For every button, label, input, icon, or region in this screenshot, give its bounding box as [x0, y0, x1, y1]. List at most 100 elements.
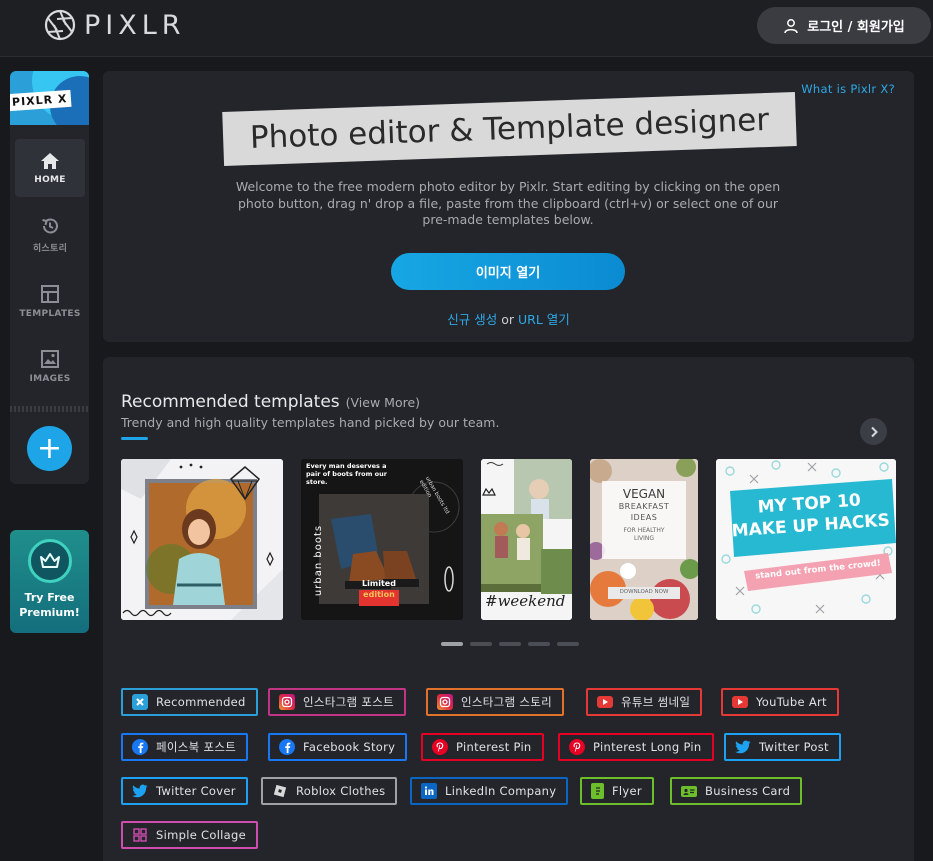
category-simple-collage[interactable]: Simple Collage: [121, 821, 259, 849]
pinterest-icon: [569, 739, 585, 755]
user-icon: [784, 18, 798, 33]
category-pinterest-long-pin[interactable]: Pinterest Long Pin: [558, 733, 714, 761]
sidebar: PIXLR X HOME 히스토리 TEMPLATES IMAGES +: [10, 71, 89, 484]
category-twitter-cover[interactable]: Twitter Cover: [121, 777, 248, 805]
create-new-link[interactable]: 신규 생성: [447, 312, 497, 327]
twitter-icon: [735, 739, 751, 755]
youtube-icon: [597, 696, 613, 708]
chip-label: Pinterest Pin: [456, 740, 532, 754]
category-facebook-story[interactable]: Facebook Story: [268, 733, 408, 761]
sidebar-item-templates[interactable]: TEMPLATES: [15, 272, 85, 330]
category-pinterest-pin[interactable]: Pinterest Pin: [421, 733, 544, 761]
sidebar-item-label: TEMPLATES: [19, 308, 81, 319]
vegan-line-2: BREAKFAST: [618, 502, 670, 511]
chip-label: Facebook Story: [303, 740, 396, 754]
chevron-right-icon: [870, 426, 878, 437]
hero-panel: What is Pixlr X? Photo editor & Template…: [103, 71, 914, 342]
category-youtube-thumbnail[interactable]: 유튜브 썸네일: [586, 688, 703, 716]
urban-boots-template[interactable]: Every man deserves a pair of boots from …: [301, 459, 463, 620]
chip-label: Roblox Clothes: [296, 784, 386, 798]
vegan-line-3: IDEAS: [630, 513, 658, 522]
category-recommended[interactable]: Recommended: [121, 688, 258, 716]
flyer-icon: [591, 783, 604, 799]
chip-label: Twitter Post: [759, 740, 829, 754]
chip-label: Pinterest Long Pin: [593, 740, 702, 754]
view-more-link[interactable]: (View More): [346, 395, 420, 410]
category-instagram-post[interactable]: 인스타그램 포스트: [268, 688, 406, 716]
templates-subtitle: Trendy and high quality templates hand p…: [121, 415, 500, 430]
logo-text: PIXLR: [84, 9, 186, 41]
boots-brand-vertical: urban boots: [313, 524, 325, 597]
chip-label: LinkedIn Company: [445, 784, 557, 798]
chip-label: 페이스북 포스트: [156, 740, 237, 754]
hero-title-box: Photo editor & Template designer: [222, 92, 797, 166]
pixlr-x-banner[interactable]: PIXLR X: [10, 71, 89, 125]
pager-dot[interactable]: [557, 642, 579, 646]
try-premium-button[interactable]: Try Free Premium!: [10, 530, 89, 633]
pinterest-icon: [432, 739, 448, 755]
sidebar-divider: [10, 406, 89, 412]
templates-heading: Recommended templates (View More): [121, 392, 420, 412]
boots-headline: Every man deserves a pair of boots from …: [306, 462, 387, 486]
image-icon: [41, 349, 59, 368]
make-up-hacks-template[interactable]: MY TOP 10 MAKE UP HACKS stand out from t…: [716, 459, 896, 620]
category-facebook-post[interactable]: 페이스북 포스트: [121, 733, 249, 761]
templates-title: Recommended templates: [121, 392, 340, 412]
sidebar-item-images[interactable]: IMAGES: [15, 337, 85, 395]
hero-links: 신규 생성 or URL 열기: [103, 309, 914, 328]
templates-panel: Recommended templates (View More) Trendy …: [103, 357, 914, 861]
premium-crown-icon: [27, 539, 72, 583]
open-image-button[interactable]: 이미지 열기: [391, 253, 625, 290]
vegan-line-1: VEGAN: [622, 487, 666, 501]
login-label: 로그인 / 회원가입: [807, 20, 905, 35]
sidebar-item-label: IMAGES: [29, 373, 71, 384]
weekend-template[interactable]: #weekend: [481, 459, 572, 620]
category-linkedin-company[interactable]: LinkedIn Company: [410, 777, 569, 805]
youtube-icon: [732, 696, 748, 708]
pager-dot[interactable]: [470, 642, 492, 646]
category-twitter-post[interactable]: Twitter Post: [724, 733, 841, 761]
templates-icon: [41, 284, 59, 303]
sidebar-item-history[interactable]: 히스토리: [15, 206, 85, 264]
open-url-link[interactable]: URL 열기: [518, 312, 570, 327]
girl-portrait-template[interactable]: [121, 459, 283, 620]
vegan-line-4: FOR HEALTHY: [623, 527, 665, 534]
category-youtube-art[interactable]: YouTube Art: [721, 688, 839, 716]
chip-label: YouTube Art: [756, 695, 827, 709]
carousel-next-button[interactable]: [860, 418, 887, 445]
pixlr-x-icon: [132, 694, 148, 710]
category-business-card[interactable]: Business Card: [670, 777, 803, 805]
hero-title: Photo editor & Template designer: [249, 101, 770, 157]
premium-label: Try Free Premium!: [19, 591, 80, 619]
or-text: or: [501, 312, 514, 327]
vegan-breakfast-template[interactable]: VEGAN BREAKFAST IDEAS FOR HEALTHY LIVING…: [590, 459, 698, 620]
vegan-line-5: LIVING: [633, 535, 655, 542]
carousel-pager: [441, 642, 579, 646]
home-icon: [41, 152, 59, 169]
pager-dot[interactable]: [441, 642, 463, 646]
category-roblox-clothes[interactable]: Roblox Clothes: [261, 777, 398, 805]
hero-description: Welcome to the free modern photo editor …: [235, 179, 781, 227]
top-bar: PIXLR 로그인 / 회원가입: [0, 0, 933, 57]
category-flyer[interactable]: Flyer: [580, 777, 654, 805]
pager-dot[interactable]: [528, 642, 550, 646]
sidebar-item-label: 히스토리: [32, 244, 68, 254]
history-icon: [42, 218, 58, 234]
facebook-icon: [132, 739, 148, 755]
chip-label: Twitter Cover: [156, 784, 236, 798]
sidebar-item-home[interactable]: HOME: [15, 139, 85, 197]
category-instagram-story[interactable]: 인스타그램 스토리: [426, 688, 564, 716]
chip-label: Flyer: [612, 784, 642, 798]
limited-edition-badge: Limited edition: [359, 579, 399, 600]
chip-label: 인스타그램 포스트: [303, 695, 394, 709]
linkedin-icon: [421, 783, 437, 799]
roblox-icon: [272, 783, 288, 799]
collage-icon: [132, 827, 148, 843]
pixlr-logo[interactable]: PIXLR: [44, 9, 186, 41]
login-signup-button[interactable]: 로그인 / 회원가입: [757, 7, 931, 44]
what-is-pixlr-x-link[interactable]: What is Pixlr X?: [801, 82, 895, 96]
instagram-icon: [437, 694, 453, 710]
add-new-button[interactable]: +: [27, 426, 72, 471]
vegan-cta: DOWNLOAD NOW: [619, 589, 669, 595]
pager-dot[interactable]: [499, 642, 521, 646]
